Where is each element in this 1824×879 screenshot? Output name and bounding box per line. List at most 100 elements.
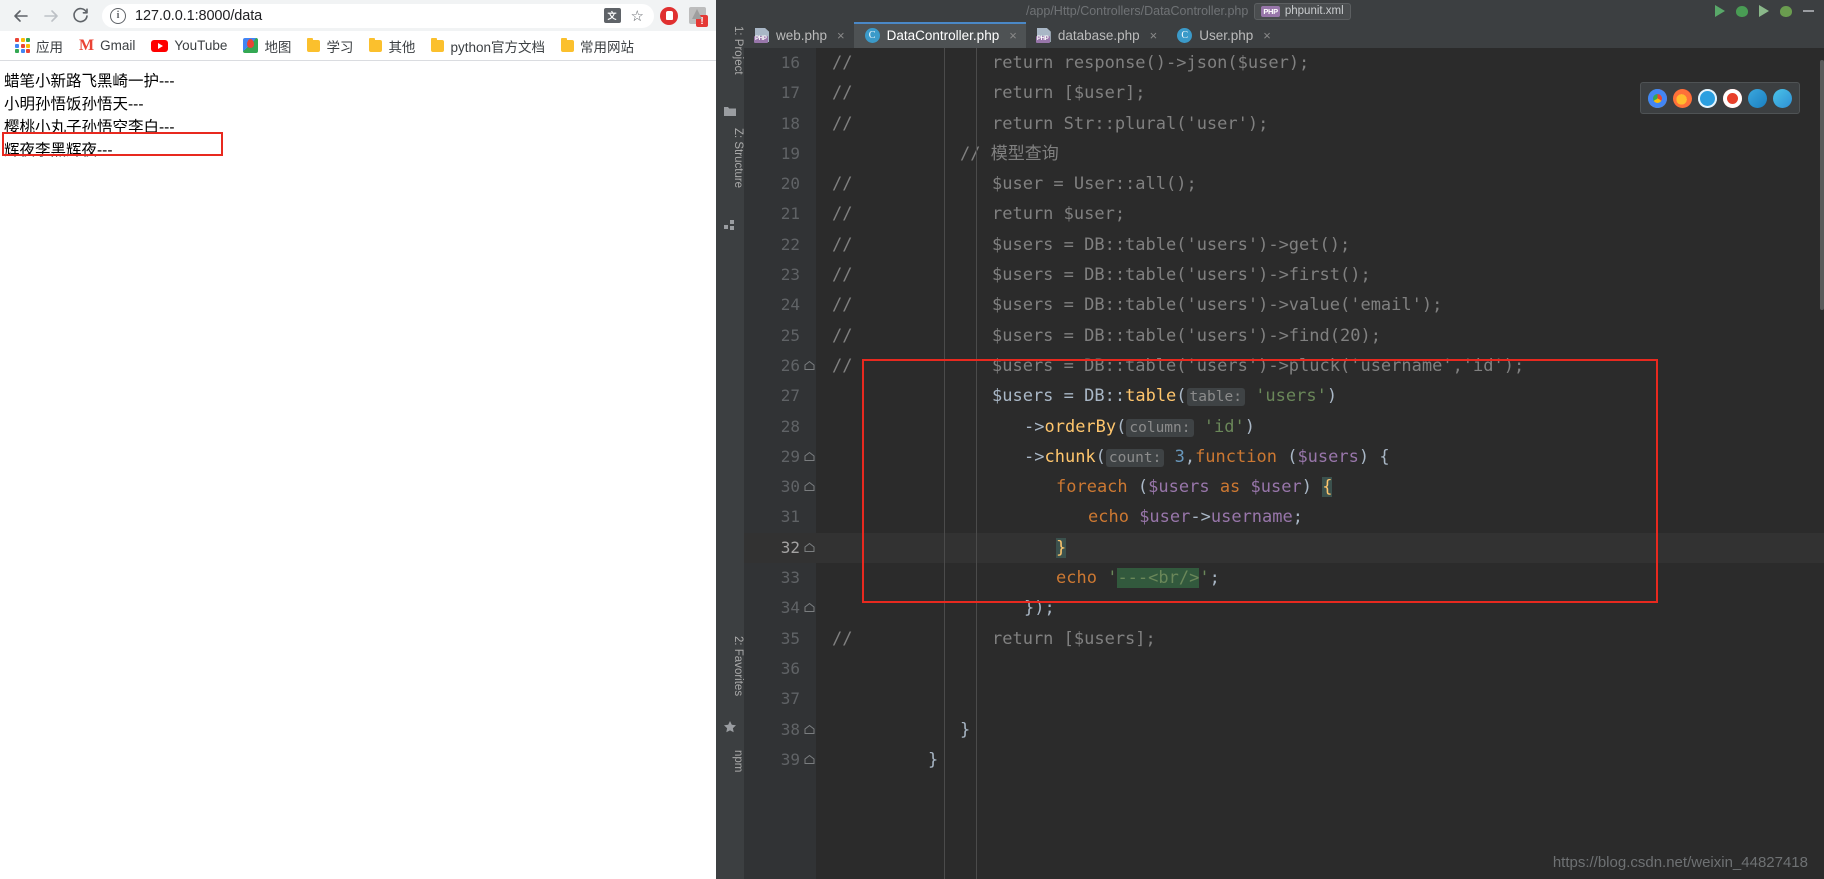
run-config-label: phpunit.xml <box>1284 5 1344 17</box>
structure-icon[interactable] <box>723 218 737 232</box>
code-text: $users = DB::table('users')->find(20); <box>992 321 1381 351</box>
bookmark-folder-python-docs[interactable]: python官方文档 <box>423 34 553 58</box>
code-token: , <box>1184 446 1196 467</box>
more-actions-icon[interactable] <box>1803 10 1814 12</box>
line-number: 36 <box>780 658 800 678</box>
code-fold-icon[interactable] <box>804 754 815 765</box>
sidebar-item-npm[interactable]: npm <box>716 750 744 772</box>
code-fold-icon[interactable] <box>804 602 815 613</box>
favorites-star-icon[interactable] <box>723 720 737 734</box>
bookmark-folder-common-sites[interactable]: 常用网站 <box>553 34 642 58</box>
code-token: 'id' <box>1203 416 1245 437</box>
comment-marker: // <box>832 83 853 104</box>
sidebar-item-project[interactable]: 1: Project <box>716 26 744 75</box>
code-line: 26 // $users = DB::table('users')->pluck('… <box>744 351 1824 381</box>
line-number: 22 <box>780 234 800 254</box>
code-text: foreach ($users as $user) { <box>1056 472 1333 502</box>
adblock-extension-icon[interactable] <box>660 6 678 25</box>
code-line: 25 // $users = DB::table('users')->find(20… <box>744 321 1824 351</box>
line-number: 16 <box>780 53 800 72</box>
php-file-icon: PHP <box>1035 28 1051 43</box>
code-token: orderBy <box>1044 416 1117 437</box>
line-number: 30 <box>780 477 800 497</box>
comment-marker: // <box>832 295 853 316</box>
code-fold-icon[interactable] <box>804 360 815 371</box>
bookmark-gmail[interactable]: M Gmail <box>71 36 143 56</box>
project-folder-icon[interactable] <box>723 104 737 118</box>
browser-safari-icon[interactable] <box>1698 88 1717 108</box>
forward-button[interactable] <box>36 1 66 31</box>
browser-firefox-icon[interactable] <box>1673 88 1692 108</box>
tab-datacontroller-php[interactable]: C DataController.php × <box>853 22 1026 48</box>
tab-web-php[interactable]: PHP web.php × <box>744 22 854 48</box>
code-token: $users <box>1148 477 1210 498</box>
code-fold-icon[interactable] <box>804 481 815 492</box>
line-number: 26 <box>780 355 800 375</box>
code-fold-icon[interactable] <box>804 451 815 462</box>
code-line: 22 // $users = DB::table('users')->get(); <box>744 230 1824 260</box>
code-token: ' <box>1199 568 1210 589</box>
line-number: 27 <box>780 386 800 406</box>
php-class-icon: C <box>1177 27 1193 43</box>
comment-marker: // <box>832 355 853 376</box>
browser-opera-icon[interactable] <box>1723 88 1742 108</box>
code-line: 34}); <box>744 593 1824 623</box>
gmail-icon: M <box>79 36 95 54</box>
tab-database-php[interactable]: PHP database.php × <box>1026 22 1166 48</box>
tab-label: web.php <box>776 27 828 43</box>
bookmark-folder-study[interactable]: 学习 <box>299 34 361 58</box>
open-in-browser-toolbar[interactable] <box>1640 82 1800 114</box>
sidebar-item-structure[interactable]: Z: Structure <box>716 128 744 188</box>
debug-bug-icon[interactable] <box>1736 5 1748 17</box>
tab-label: DataController.php <box>886 27 1000 43</box>
run-config-chip[interactable]: PHP phpunit.xml <box>1254 2 1351 20</box>
line-number: 37 <box>780 689 800 709</box>
code-line: 39} <box>744 745 1824 775</box>
close-icon[interactable]: × <box>1263 28 1271 43</box>
close-icon[interactable]: × <box>837 28 845 43</box>
code-token: return $user; <box>992 204 1126 225</box>
back-button[interactable] <box>6 1 36 31</box>
code-text: } <box>1056 533 1067 563</box>
line-number: 39 <box>780 749 800 769</box>
profile-icon[interactable] <box>1780 5 1792 17</box>
code-token: response()->json($user); <box>1063 53 1310 73</box>
bookmark-youtube[interactable]: YouTube <box>143 36 235 55</box>
bookmark-folder-other[interactable]: 其他 <box>361 34 423 58</box>
code-fold-icon[interactable] <box>804 542 815 553</box>
code-token: table <box>1125 386 1177 407</box>
bookmark-label: 学习 <box>326 39 354 55</box>
sidebar-item-favorites[interactable]: 2: Favorites <box>716 636 744 696</box>
translate-icon[interactable]: 文 <box>603 8 621 23</box>
code-line: 38} <box>744 715 1824 745</box>
bookmark-label: python官方文档 <box>450 39 545 55</box>
close-icon[interactable]: × <box>1150 28 1158 43</box>
tab-user-php[interactable]: C User.php × <box>1166 22 1280 48</box>
line-number: 34 <box>780 598 800 618</box>
code-line: 30 foreach ($users as $user) { <box>744 472 1824 502</box>
scrollbar-thumb[interactable] <box>1820 60 1824 310</box>
code-token: $users = DB::table('users')->find(20); <box>992 325 1381 346</box>
line-number: 17 <box>780 83 800 103</box>
browser-edge-icon[interactable] <box>1773 88 1792 108</box>
bookmark-maps[interactable]: 地图 <box>235 34 299 58</box>
code-token: username <box>1210 507 1293 528</box>
address-bar[interactable]: i 127.0.0.1:8000/data 文 ☆ <box>102 3 654 28</box>
bookmark-apps[interactable]: 应用 <box>7 34 71 58</box>
run-with-coverage-icon[interactable] <box>1759 5 1769 17</box>
reload-button[interactable] <box>66 1 96 31</box>
line-number: 38 <box>780 719 800 739</box>
run-button-icon[interactable] <box>1715 5 1725 17</box>
site-info-icon[interactable]: i <box>110 7 126 24</box>
comment-marker: // <box>832 113 853 134</box>
code-text: $users = DB::table('users')->value('emai… <box>992 290 1442 320</box>
bookmark-star-icon[interactable]: ☆ <box>631 7 644 25</box>
code-fold-icon[interactable] <box>804 724 815 735</box>
unknown-extension-icon[interactable]: ! <box>689 7 708 27</box>
browser-chrome-icon[interactable] <box>1648 88 1667 108</box>
code-editor[interactable]: 16 // return response()->json($user); 17 // r… <box>744 48 1824 879</box>
code-token: return Str::plural('user'); <box>992 113 1269 134</box>
browser-edge-legacy-icon[interactable] <box>1748 88 1767 108</box>
close-icon[interactable]: × <box>1009 28 1017 43</box>
